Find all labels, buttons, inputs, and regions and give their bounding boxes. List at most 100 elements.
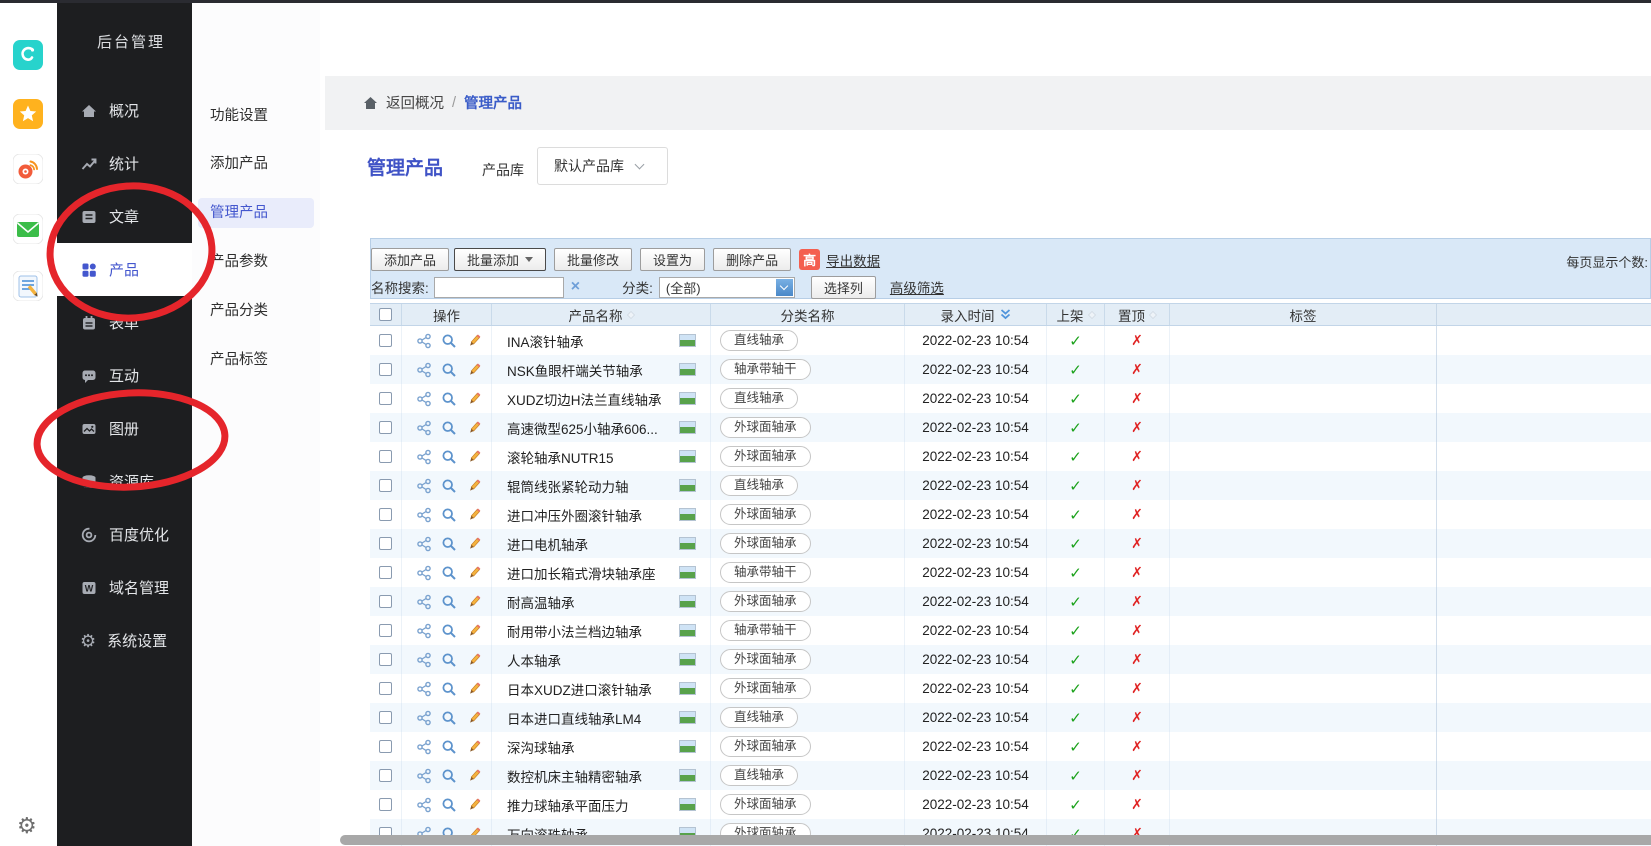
pinned-status[interactable]: ✗: [1105, 703, 1170, 732]
listed-status[interactable]: ✓: [1047, 442, 1105, 471]
product-library-select[interactable]: 默认产品库: [537, 147, 668, 185]
product-thumbnail-icon[interactable]: [679, 566, 696, 579]
row-checkbox[interactable]: [379, 740, 392, 753]
table-row[interactable]: 耐高温轴承 外球面轴承 2022-02-23 10:54 ✓ ✗: [370, 587, 1651, 616]
listed-status[interactable]: ✓: [1047, 500, 1105, 529]
row-checkbox[interactable]: [379, 682, 392, 695]
edit-pencil-icon[interactable]: [466, 420, 482, 436]
share-icon[interactable]: [416, 652, 432, 668]
submenu-item-product-params[interactable]: 产品参数: [198, 247, 314, 277]
edit-pencil-icon[interactable]: [466, 768, 482, 784]
product-name[interactable]: INA滚针轴承: [507, 331, 584, 351]
magnifier-icon[interactable]: [441, 739, 457, 755]
edit-pencil-icon[interactable]: [466, 478, 482, 494]
table-row[interactable]: XUDZ切边H法兰直线轴承 直线轴承 2022-02-23 10:54 ✓ ✗: [370, 384, 1651, 413]
edit-pencil-icon[interactable]: [466, 652, 482, 668]
star-app-icon[interactable]: [13, 99, 43, 129]
magnifier-icon[interactable]: [441, 710, 457, 726]
share-icon[interactable]: [416, 362, 432, 378]
row-checkbox[interactable]: [379, 566, 392, 579]
product-thumbnail-icon[interactable]: [679, 798, 696, 811]
listed-status[interactable]: ✓: [1047, 558, 1105, 587]
export-data-link[interactable]: 导出数据: [826, 250, 880, 270]
sidebar-item-resources[interactable]: 资源库: [57, 455, 192, 508]
listed-status[interactable]: ✓: [1047, 413, 1105, 442]
table-row[interactable]: 耐用带小法兰档边轴承 轴承带轴干 2022-02-23 10:54 ✓ ✗: [370, 616, 1651, 645]
product-thumbnail-icon[interactable]: [679, 421, 696, 434]
submenu-item-product-categories[interactable]: 产品分类: [198, 296, 314, 326]
product-thumbnail-icon[interactable]: [679, 334, 696, 347]
magnifier-icon[interactable]: [441, 652, 457, 668]
pinned-status[interactable]: ✗: [1105, 790, 1170, 819]
magnifier-icon[interactable]: [441, 478, 457, 494]
table-row[interactable]: 进口电机轴承 外球面轴承 2022-02-23 10:54 ✓ ✗: [370, 529, 1651, 558]
product-name[interactable]: 辊筒线张紧轮动力轴: [507, 476, 629, 496]
column-category[interactable]: 分类名称: [711, 304, 905, 325]
product-thumbnail-icon[interactable]: [679, 450, 696, 463]
product-thumbnail-icon[interactable]: [679, 624, 696, 637]
product-name[interactable]: 进口加长箱式滑块轴承座: [507, 563, 656, 583]
share-icon[interactable]: [416, 594, 432, 610]
edit-pencil-icon[interactable]: [466, 536, 482, 552]
category-pill[interactable]: 外球面轴承: [720, 417, 811, 438]
share-icon[interactable]: [416, 710, 432, 726]
pinned-status[interactable]: ✗: [1105, 761, 1170, 790]
category-pill[interactable]: 外球面轴承: [720, 533, 811, 554]
category-pill[interactable]: 外球面轴承: [720, 446, 811, 467]
column-time[interactable]: 录入时间: [905, 304, 1047, 325]
sidebar-item-articles[interactable]: 文章: [57, 190, 192, 243]
edit-pencil-icon[interactable]: [466, 565, 482, 581]
pinned-status[interactable]: ✗: [1105, 442, 1170, 471]
column-ops[interactable]: 操作: [402, 304, 492, 325]
table-row[interactable]: 进口加长箱式滑块轴承座 轴承带轴干 2022-02-23 10:54 ✓ ✗: [370, 558, 1651, 587]
pinned-status[interactable]: ✗: [1105, 529, 1170, 558]
sidebar-item-system-settings[interactable]: ⚙ 系统设置: [57, 614, 192, 667]
product-name[interactable]: 耐高温轴承: [507, 592, 575, 612]
row-checkbox[interactable]: [379, 363, 392, 376]
add-product-button[interactable]: 添加产品: [371, 248, 449, 271]
column-tags[interactable]: 标签: [1170, 304, 1437, 325]
search-input[interactable]: [434, 277, 564, 298]
edit-pencil-icon[interactable]: [466, 797, 482, 813]
pinned-status[interactable]: ✗: [1105, 732, 1170, 761]
product-thumbnail-icon[interactable]: [679, 392, 696, 405]
magnifier-icon[interactable]: [441, 449, 457, 465]
category-pill[interactable]: 直线轴承: [720, 388, 798, 409]
table-row[interactable]: 进口冲压外圈滚针轴承 外球面轴承 2022-02-23 10:54 ✓ ✗: [370, 500, 1651, 529]
product-thumbnail-icon[interactable]: [679, 595, 696, 608]
product-name[interactable]: 进口冲压外圈滚针轴承: [507, 505, 642, 525]
horizontal-scrollbar[interactable]: [340, 835, 1651, 845]
sidebar-item-baidu-seo[interactable]: 百度优化: [57, 508, 192, 561]
share-icon[interactable]: [416, 739, 432, 755]
sidebar-item-forms[interactable]: 表单: [57, 296, 192, 349]
magnifier-icon[interactable]: [441, 768, 457, 784]
sidebar-item-stats[interactable]: 统计: [57, 137, 192, 190]
listed-status[interactable]: ✓: [1047, 471, 1105, 500]
category-pill[interactable]: 外球面轴承: [720, 678, 811, 699]
category-pill[interactable]: 轴承带轴干: [720, 620, 811, 641]
product-thumbnail-icon[interactable]: [679, 769, 696, 782]
listed-status[interactable]: ✓: [1047, 645, 1105, 674]
category-pill[interactable]: 直线轴承: [720, 330, 798, 351]
share-icon[interactable]: [416, 681, 432, 697]
magnifier-icon[interactable]: [441, 507, 457, 523]
column-pinned[interactable]: 置顶: [1105, 304, 1170, 325]
table-row[interactable]: 人本轴承 外球面轴承 2022-02-23 10:54 ✓ ✗: [370, 645, 1651, 674]
listed-status[interactable]: ✓: [1047, 790, 1105, 819]
teal-app-icon[interactable]: [13, 40, 43, 70]
table-row[interactable]: INA滚针轴承 直线轴承 2022-02-23 10:54 ✓ ✗: [370, 326, 1651, 355]
row-checkbox[interactable]: [379, 508, 392, 521]
category-pill[interactable]: 直线轴承: [720, 765, 798, 786]
listed-status[interactable]: ✓: [1047, 326, 1105, 355]
edit-pencil-icon[interactable]: [466, 739, 482, 755]
select-all-checkbox[interactable]: [379, 308, 392, 321]
product-thumbnail-icon[interactable]: [679, 537, 696, 550]
sidebar-item-domains[interactable]: W 域名管理: [57, 561, 192, 614]
sidebar-item-gallery[interactable]: 图册: [57, 402, 192, 455]
submenu-item-add-product[interactable]: 添加产品: [198, 149, 314, 179]
product-thumbnail-icon[interactable]: [679, 653, 696, 666]
pinned-status[interactable]: ✗: [1105, 384, 1170, 413]
magnifier-icon[interactable]: [441, 333, 457, 349]
notes-app-icon[interactable]: [13, 271, 43, 301]
product-thumbnail-icon[interactable]: [679, 363, 696, 376]
